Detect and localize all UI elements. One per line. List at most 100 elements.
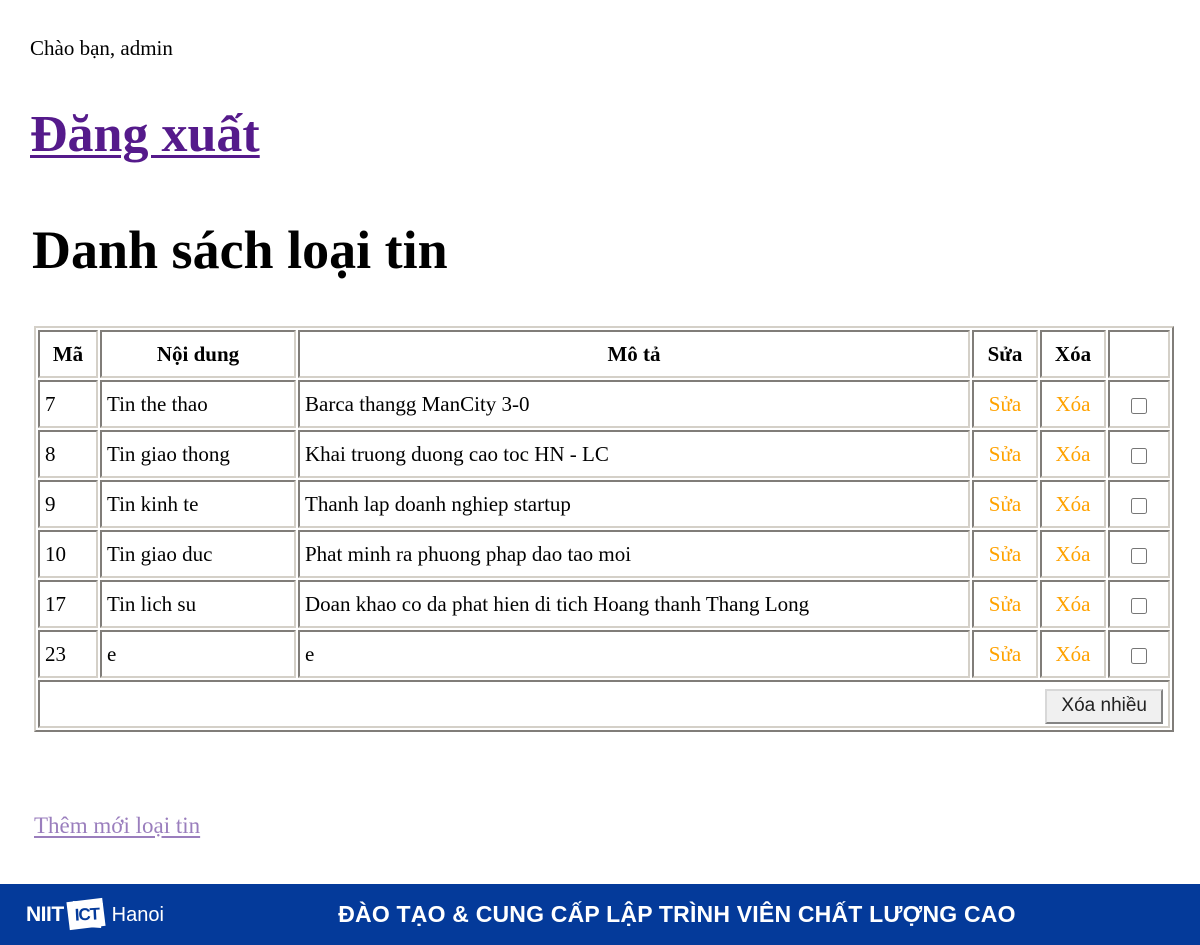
row-select-checkbox[interactable] bbox=[1131, 648, 1147, 665]
edit-link[interactable]: Sửa bbox=[989, 642, 1021, 666]
cell-description-text: e bbox=[305, 642, 315, 666]
cell-delete: Xóa bbox=[1040, 530, 1106, 578]
row-select-checkbox[interactable] bbox=[1131, 498, 1147, 515]
cell-description: e bbox=[298, 630, 970, 678]
cell-id-text: 23 bbox=[45, 642, 66, 666]
cell-select bbox=[1108, 580, 1170, 628]
logout-container: Đăng xuất bbox=[30, 104, 260, 166]
row-select-checkbox[interactable] bbox=[1131, 398, 1147, 415]
cell-name: Tin giao duc bbox=[100, 530, 296, 578]
column-header-edit: Sửa bbox=[972, 330, 1038, 378]
cell-edit: Sửa bbox=[972, 430, 1038, 478]
cell-name-text: Tin kinh te bbox=[107, 492, 199, 516]
cell-name-text: e bbox=[107, 642, 117, 666]
niit-ict-hanoi-logo: NIIT ICT Hanoi bbox=[26, 897, 164, 932]
cell-id-text: 8 bbox=[45, 442, 56, 466]
cell-description: Barca thangg ManCity 3-0 bbox=[298, 380, 970, 428]
cell-edit: Sửa bbox=[972, 580, 1038, 628]
cell-description-text: Doan khao co da phat hien di tich Hoang … bbox=[305, 592, 810, 616]
cell-name: Tin kinh te bbox=[100, 480, 296, 528]
cell-id: 17 bbox=[38, 580, 98, 628]
cell-description: Thanh lap doanh nghiep startup bbox=[298, 480, 970, 528]
logout-link[interactable]: Đăng xuất bbox=[30, 104, 260, 166]
edit-link[interactable]: Sửa bbox=[989, 492, 1021, 516]
footer-tagline: ĐÀO TẠO & CUNG CẤP LẬP TRÌNH VIÊN CHẤT L… bbox=[338, 901, 1016, 927]
cell-description-text: Khai truong duong cao toc HN - LC bbox=[305, 442, 609, 466]
bulk-delete-button[interactable]: Xóa nhiều bbox=[1045, 689, 1163, 724]
cell-id: 9 bbox=[38, 480, 98, 528]
logo-text-ict: ICT bbox=[73, 903, 100, 925]
cell-delete: Xóa bbox=[1040, 380, 1106, 428]
cell-id: 7 bbox=[38, 380, 98, 428]
row-select-checkbox[interactable] bbox=[1131, 448, 1147, 465]
logo-text-hanoi: Hanoi bbox=[111, 903, 164, 926]
cell-name: Tin lich su bbox=[100, 580, 296, 628]
cell-id: 10 bbox=[38, 530, 98, 578]
delete-link[interactable]: Xóa bbox=[1056, 492, 1091, 516]
edit-link[interactable]: Sửa bbox=[989, 592, 1021, 616]
logo-text-niit: NIIT bbox=[26, 903, 64, 926]
edit-link[interactable]: Sửa bbox=[989, 442, 1021, 466]
cell-description-text: Thanh lap doanh nghiep startup bbox=[305, 492, 571, 516]
cell-id-text: 17 bbox=[45, 592, 66, 616]
cell-name-text: Tin giao duc bbox=[107, 542, 213, 566]
row-select-checkbox[interactable] bbox=[1131, 598, 1147, 615]
edit-link[interactable]: Sửa bbox=[989, 392, 1021, 416]
page-content: Chào bạn, admin Đăng xuất Danh sách loại… bbox=[0, 0, 1200, 884]
cell-id-text: 7 bbox=[45, 392, 56, 416]
cell-name: Tin giao thong bbox=[100, 430, 296, 478]
table-foot: Xóa nhiều bbox=[38, 680, 1170, 728]
cell-id: 8 bbox=[38, 430, 98, 478]
site-footer: NIIT ICT Hanoi ĐÀO TẠO & CUNG CẤP LẬP TR… bbox=[0, 884, 1200, 945]
cell-edit: Sửa bbox=[972, 480, 1038, 528]
cell-id-text: 9 bbox=[45, 492, 56, 516]
greeting-text: Chào bạn, admin bbox=[30, 36, 173, 60]
cell-delete: Xóa bbox=[1040, 580, 1106, 628]
cell-select bbox=[1108, 380, 1170, 428]
column-header-name: Nội dung bbox=[100, 330, 296, 378]
cell-description-text: Phat minh ra phuong phap dao tao moi bbox=[305, 542, 632, 566]
table-head: Mã Nội dung Mô tả Sửa Xóa bbox=[38, 330, 1170, 378]
column-header-description: Mô tả bbox=[298, 330, 970, 378]
cell-id-text: 10 bbox=[45, 542, 66, 566]
add-new-news-type-link[interactable]: Thêm mới loại tin bbox=[34, 812, 200, 840]
bulk-action-cell: Xóa nhiều bbox=[38, 680, 1170, 728]
page-title: Danh sách loại tin bbox=[32, 220, 448, 280]
cell-description: Phat minh ra phuong phap dao tao moi bbox=[298, 530, 970, 578]
column-header-select bbox=[1108, 330, 1170, 378]
cell-select bbox=[1108, 630, 1170, 678]
cell-select bbox=[1108, 480, 1170, 528]
table-row: 10 Tin giao duc Phat minh ra phuong phap d… bbox=[38, 530, 1170, 578]
cell-name: Tin the thao bbox=[100, 380, 296, 428]
delete-link[interactable]: Xóa bbox=[1056, 592, 1091, 616]
delete-link[interactable]: Xóa bbox=[1056, 642, 1091, 666]
table-body: 7 Tin the thao Barca thangg ManCity 3-0 Sửa… bbox=[38, 380, 1170, 678]
cell-description: Doan khao co da phat hien di tich Hoang … bbox=[298, 580, 970, 628]
news-type-table: Mã Nội dung Mô tả Sửa Xóa 7 Tin the thao B… bbox=[34, 326, 1174, 732]
table-footer-row: Xóa nhiều bbox=[38, 680, 1170, 728]
table-row: 23 e e Sửa Xóa bbox=[38, 630, 1170, 678]
cell-description: Khai truong duong cao toc HN - LC bbox=[298, 430, 970, 478]
table-row: 7 Tin the thao Barca thangg ManCity 3-0 Sửa… bbox=[38, 380, 1170, 428]
delete-link[interactable]: Xóa bbox=[1056, 442, 1091, 466]
delete-link[interactable]: Xóa bbox=[1056, 542, 1091, 566]
cell-name: e bbox=[100, 630, 296, 678]
cell-edit: Sửa bbox=[972, 380, 1038, 428]
cell-name-text: Tin the thao bbox=[107, 392, 208, 416]
edit-link[interactable]: Sửa bbox=[989, 542, 1021, 566]
cell-edit: Sửa bbox=[972, 530, 1038, 578]
delete-link[interactable]: Xóa bbox=[1056, 392, 1091, 416]
news-type-table-container: Mã Nội dung Mô tả Sửa Xóa 7 Tin the thao B… bbox=[34, 326, 1174, 732]
cell-name-text: Tin giao thong bbox=[107, 442, 230, 466]
cell-edit: Sửa bbox=[972, 630, 1038, 678]
column-header-delete: Xóa bbox=[1040, 330, 1106, 378]
cell-description-text: Barca thangg ManCity 3-0 bbox=[305, 392, 530, 416]
column-header-id: Mã bbox=[38, 330, 98, 378]
cell-delete: Xóa bbox=[1040, 630, 1106, 678]
logo-badge-icon: ICT bbox=[66, 897, 108, 930]
cell-delete: Xóa bbox=[1040, 480, 1106, 528]
table-header-row: Mã Nội dung Mô tả Sửa Xóa bbox=[38, 330, 1170, 378]
cell-name-text: Tin lich su bbox=[107, 592, 197, 616]
cell-id: 23 bbox=[38, 630, 98, 678]
row-select-checkbox[interactable] bbox=[1131, 548, 1147, 565]
